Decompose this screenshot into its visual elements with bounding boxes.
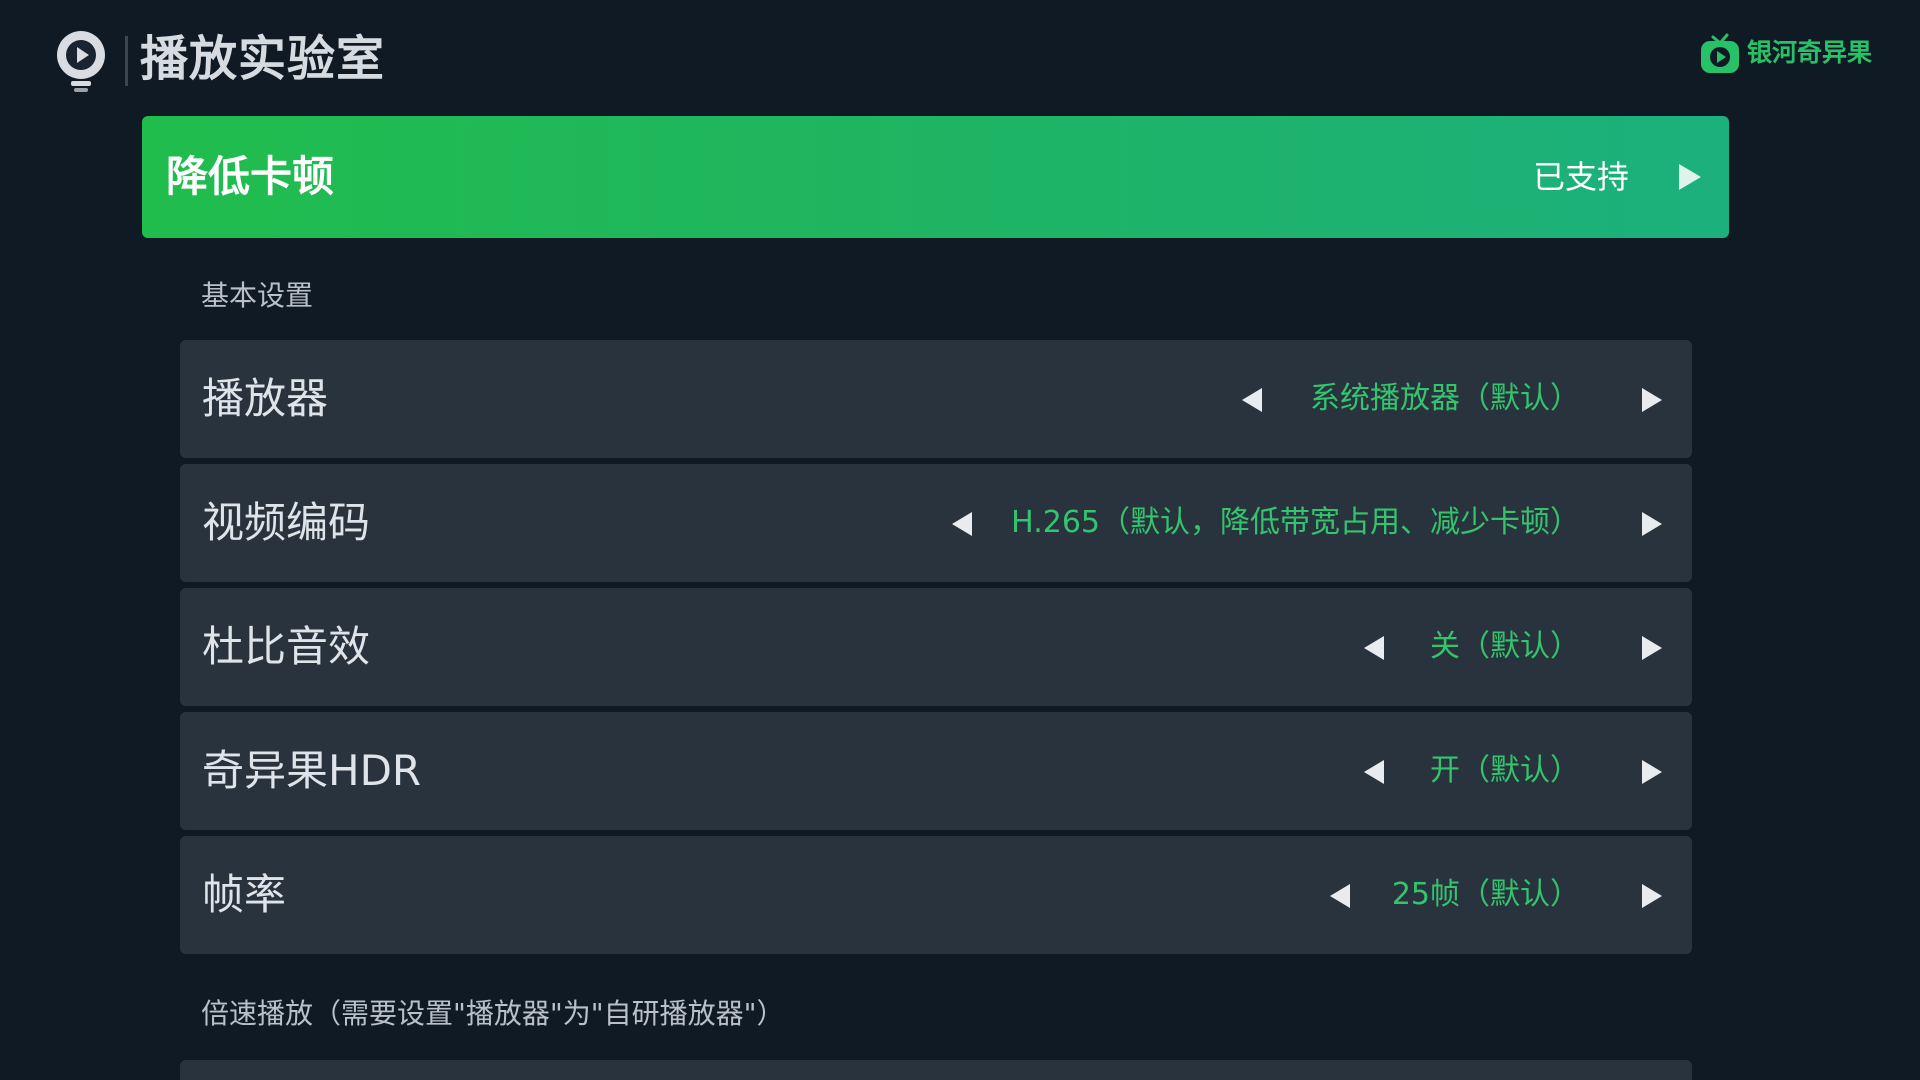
play-lab-page: 播放实验室 银河奇异果 降低卡顿 已支持 基本设置 播放器 系统播放器（默认） — [0, 0, 1920, 1080]
page-title: 播放实验室 — [140, 31, 386, 87]
brand-name: 银河奇异果 — [1746, 38, 1872, 67]
triangle-right-icon[interactable] — [1640, 386, 1664, 414]
setting-label: 帧率 — [202, 870, 287, 919]
brand-logo: 银河奇异果 — [1699, 30, 1872, 76]
setting-value: 关（默认） — [1430, 629, 1580, 664]
triangle-right-icon[interactable] — [1640, 634, 1664, 662]
setting-label: 播放器 — [202, 374, 329, 423]
chevron-right-icon — [1679, 164, 1701, 190]
banner-status: 已支持 — [1532, 158, 1629, 196]
triangle-left-icon[interactable] — [1362, 634, 1386, 662]
section-basic-settings: 基本设置 — [201, 279, 314, 312]
setting-row-frame-rate[interactable]: 帧率 25帧（默认） — [180, 836, 1692, 954]
triangle-left-icon[interactable] — [1240, 386, 1264, 414]
triangle-left-icon[interactable] — [1328, 882, 1352, 910]
banner-title: 降低卡顿 — [166, 152, 335, 201]
lab-play-icon — [57, 31, 105, 92]
setting-row-video-codec[interactable]: 视频编码 H.265（默认，降低带宽占用、减少卡顿） — [180, 464, 1692, 582]
setting-label: 杜比音效 — [202, 622, 371, 671]
setting-value: 开（默认） — [1430, 753, 1580, 788]
setting-value: H.265（默认，降低带宽占用、减少卡顿） — [1011, 505, 1580, 540]
triangle-right-icon[interactable] — [1640, 882, 1664, 910]
triangle-left-icon[interactable] — [1362, 758, 1386, 786]
section-playback-speed: 倍速播放（需要设置"播放器"为"自研播放器"） — [201, 997, 785, 1030]
setting-label: 奇异果HDR — [202, 746, 422, 795]
setting-row-player[interactable]: 播放器 系统播放器（默认） — [180, 340, 1692, 458]
setting-row-partial[interactable] — [180, 1060, 1692, 1080]
setting-row-dolby-audio[interactable]: 杜比音效 关（默认） — [180, 588, 1692, 706]
triangle-right-icon[interactable] — [1640, 758, 1664, 786]
setting-value: 系统播放器（默认） — [1310, 381, 1580, 416]
setting-row-hdr[interactable]: 奇异果HDR 开（默认） — [180, 712, 1692, 830]
reduce-stutter-banner[interactable]: 降低卡顿 已支持 — [142, 116, 1729, 238]
setting-label: 视频编码 — [202, 498, 371, 547]
triangle-right-icon[interactable] — [1640, 510, 1664, 538]
tv-play-icon — [1700, 33, 1739, 73]
setting-value: 25帧（默认） — [1391, 877, 1580, 912]
triangle-left-icon[interactable] — [950, 510, 974, 538]
header-divider — [125, 36, 128, 86]
